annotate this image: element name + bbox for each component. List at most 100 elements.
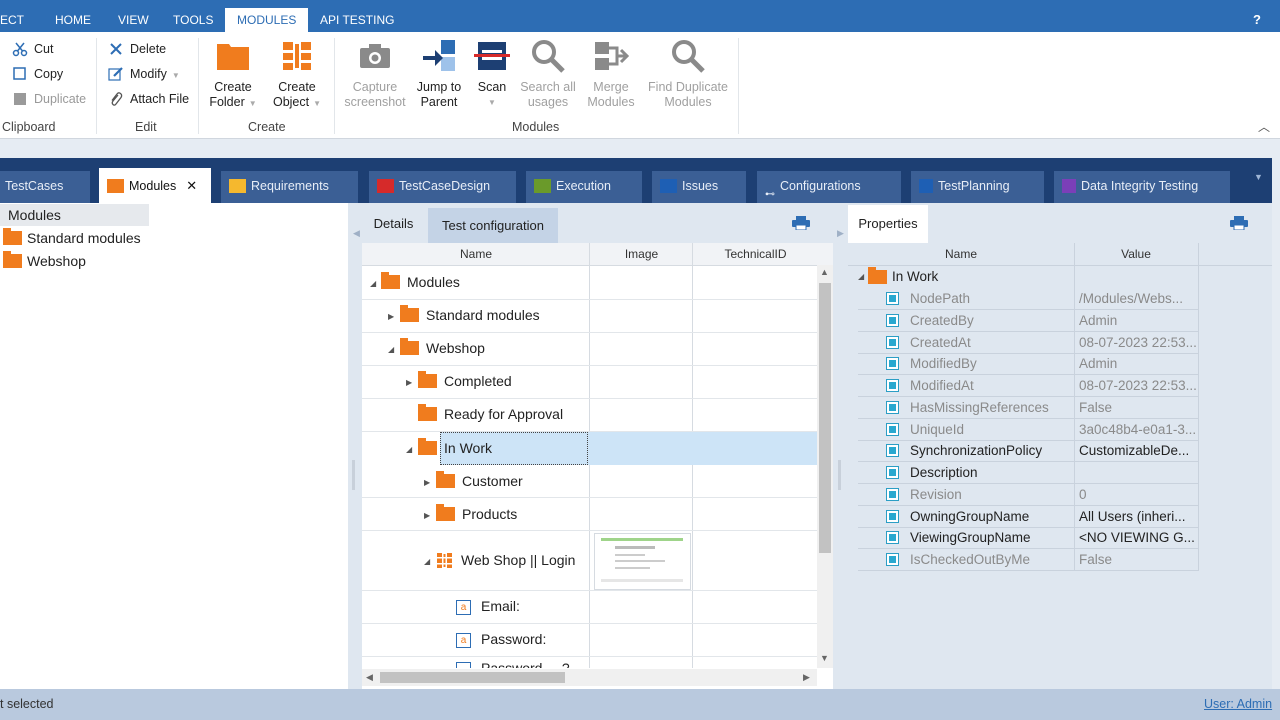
- menu-modules[interactable]: MODULES: [225, 8, 309, 32]
- print-icon[interactable]: [792, 216, 810, 230]
- scan-button[interactable]: Scan ▼: [472, 38, 512, 110]
- tree-item-webshop[interactable]: Webshop: [3, 250, 86, 273]
- splitter-handle[interactable]: [838, 460, 841, 490]
- tree-row-modules[interactable]: ◢ Modules: [370, 266, 460, 299]
- property-value[interactable]: /Modules/Webs...: [1079, 288, 1197, 310]
- capture-screenshot-button[interactable]: Capture screenshot: [342, 38, 408, 110]
- tree-row-password[interactable]: a Password:: [456, 623, 546, 656]
- property-value[interactable]: All Users (inheri...: [1079, 506, 1197, 528]
- close-icon[interactable]: ✕: [186, 178, 197, 193]
- cut-button[interactable]: Cut: [12, 38, 53, 60]
- property-row[interactable]: ModifiedBy Admin: [858, 353, 1198, 376]
- tree-row-completed[interactable]: ▶ Completed: [406, 365, 512, 398]
- property-value[interactable]: <NO VIEWING G...: [1079, 527, 1197, 549]
- property-value[interactable]: False: [1079, 397, 1197, 419]
- property-value[interactable]: Admin: [1079, 353, 1197, 375]
- tab-testcasedesign[interactable]: TestCaseDesign: [369, 171, 516, 203]
- tree-row-email[interactable]: a Email:: [456, 590, 520, 623]
- column-header-image[interactable]: Image: [590, 243, 693, 265]
- scrollbar-thumb[interactable]: [380, 672, 565, 683]
- property-row[interactable]: CreatedAt 08-07-2023 22:53...: [858, 332, 1198, 354]
- scrollbar-thumb[interactable]: [819, 283, 831, 553]
- menu-api-testing[interactable]: API TESTING: [320, 0, 394, 32]
- tab-testplanning[interactable]: TestPlanning: [911, 171, 1044, 203]
- collapsed-arrow-icon[interactable]: ▶: [424, 466, 430, 499]
- collapse-left-arrow-icon[interactable]: ◀: [353, 228, 360, 239]
- property-row[interactable]: IsCheckedOutByMe False: [858, 549, 1198, 571]
- collapsed-arrow-icon[interactable]: ▶: [424, 499, 430, 532]
- tree-row-web-shop-login[interactable]: ◢ Web Shop || Login: [424, 544, 575, 577]
- tree-row-webshop[interactable]: ◢ Webshop: [388, 332, 485, 365]
- splitter-handle[interactable]: [352, 460, 355, 490]
- find-duplicate-modules-button[interactable]: Find Duplicate Modules: [646, 38, 730, 110]
- column-header-technicalid[interactable]: TechnicalID: [693, 243, 818, 265]
- column-header-value[interactable]: Value: [1074, 243, 1198, 265]
- help-button[interactable]: ?: [1253, 0, 1261, 32]
- property-row[interactable]: ViewingGroupName <NO VIEWING G...: [858, 527, 1198, 550]
- property-value[interactable]: False: [1079, 549, 1197, 571]
- current-user-link[interactable]: User: Admin: [1204, 689, 1272, 720]
- jump-to-parent-button[interactable]: Jump to Parent: [414, 38, 464, 110]
- property-value[interactable]: Admin: [1079, 310, 1197, 332]
- tree-row-in-work[interactable]: ◢ In Work: [406, 432, 492, 465]
- collapsed-arrow-icon[interactable]: ▶: [388, 300, 394, 333]
- tab-execution[interactable]: Execution: [526, 171, 642, 203]
- scroll-up-icon[interactable]: ▲: [820, 267, 829, 277]
- property-root-in-work[interactable]: ◢ In Work: [858, 266, 1198, 288]
- tree-root-modules[interactable]: Modules: [0, 204, 149, 226]
- create-object-button[interactable]: Create Object ▼: [268, 38, 326, 111]
- collapsed-arrow-icon[interactable]: ▶: [406, 366, 412, 399]
- collapse-ribbon-icon[interactable]: ︿: [1258, 118, 1270, 135]
- property-row[interactable]: NodePath/Modules/Webs...: [858, 288, 1198, 310]
- property-row[interactable]: UniqueId 3a0c48b4-e0a1-3...: [858, 419, 1198, 441]
- tree-item-standard-modules[interactable]: Standard modules: [3, 227, 141, 250]
- scroll-right-icon[interactable]: ▶: [803, 672, 810, 683]
- property-value[interactable]: 08-07-2023 22:53...: [1079, 375, 1197, 397]
- property-row[interactable]: SynchronizationPolicy CustomizableDe...: [858, 440, 1198, 463]
- tree-row-password-forgot[interactable]: Password ... ?: [456, 656, 570, 668]
- menu-view[interactable]: VIEW: [118, 0, 149, 32]
- attach-file-button[interactable]: Attach File: [108, 88, 189, 110]
- tree-row-standard-modules[interactable]: ▶ Standard modules: [388, 299, 540, 332]
- property-row[interactable]: HasMissingReferences False: [858, 397, 1198, 419]
- column-header-name[interactable]: Name: [848, 243, 1074, 265]
- search-all-usages-button[interactable]: Search all usages: [518, 38, 578, 110]
- horizontal-scrollbar[interactable]: ◀ ▶: [362, 669, 817, 686]
- property-value[interactable]: 0: [1079, 484, 1197, 506]
- merge-modules-button[interactable]: Merge Modules: [584, 38, 638, 110]
- duplicate-button[interactable]: Duplicate: [12, 88, 86, 110]
- expanded-arrow-icon[interactable]: ◢: [406, 433, 412, 466]
- property-row[interactable]: Revision 0: [858, 484, 1198, 506]
- expanded-arrow-icon[interactable]: ◢: [370, 267, 376, 300]
- tree-row-products[interactable]: ▶ Products: [424, 498, 517, 531]
- tab-details[interactable]: Details: [362, 205, 425, 243]
- scroll-left-icon[interactable]: ◀: [366, 672, 373, 683]
- menu-tools[interactable]: TOOLS: [173, 0, 213, 32]
- expanded-arrow-icon[interactable]: ◢: [424, 545, 430, 578]
- menu-home[interactable]: HOME: [55, 0, 91, 32]
- modify-button[interactable]: Modify ▼: [108, 63, 180, 85]
- module-screenshot-thumbnail[interactable]: [594, 533, 691, 590]
- collapse-right-arrow-icon[interactable]: ▶: [837, 228, 844, 239]
- menu-project[interactable]: ECT: [0, 0, 24, 32]
- tree-row-ready-for-approval[interactable]: Ready for Approval: [406, 398, 563, 431]
- tab-requirements[interactable]: Requirements: [221, 171, 358, 203]
- column-header-name[interactable]: Name: [362, 243, 590, 265]
- tab-configurations[interactable]: ⊷ Configurations: [757, 171, 901, 203]
- property-value[interactable]: 3a0c48b4-e0a1-3...: [1079, 419, 1197, 441]
- property-row[interactable]: CreatedBy Admin: [858, 310, 1198, 332]
- tab-testcases[interactable]: TestCases: [0, 171, 90, 203]
- tab-issues[interactable]: Issues: [652, 171, 746, 203]
- vertical-scrollbar[interactable]: ▲ ▼: [817, 265, 833, 668]
- tab-overflow-dropdown-icon[interactable]: ▼: [1254, 172, 1263, 182]
- property-row[interactable]: OwningGroupName All Users (inheri...: [858, 506, 1198, 528]
- property-row[interactable]: ModifiedAt 08-07-2023 22:53...: [858, 375, 1198, 397]
- expanded-arrow-icon[interactable]: ◢: [858, 266, 864, 288]
- tab-data-integrity-testing[interactable]: Data Integrity Testing: [1054, 171, 1230, 203]
- property-row[interactable]: Description: [858, 462, 1198, 484]
- expanded-arrow-icon[interactable]: ◢: [388, 333, 394, 366]
- tab-modules[interactable]: Modules ✕: [99, 168, 211, 203]
- tab-test-configuration[interactable]: Test configuration: [428, 208, 558, 243]
- tab-properties[interactable]: Properties: [848, 205, 928, 243]
- tree-row-customer[interactable]: ▶ Customer: [424, 465, 523, 498]
